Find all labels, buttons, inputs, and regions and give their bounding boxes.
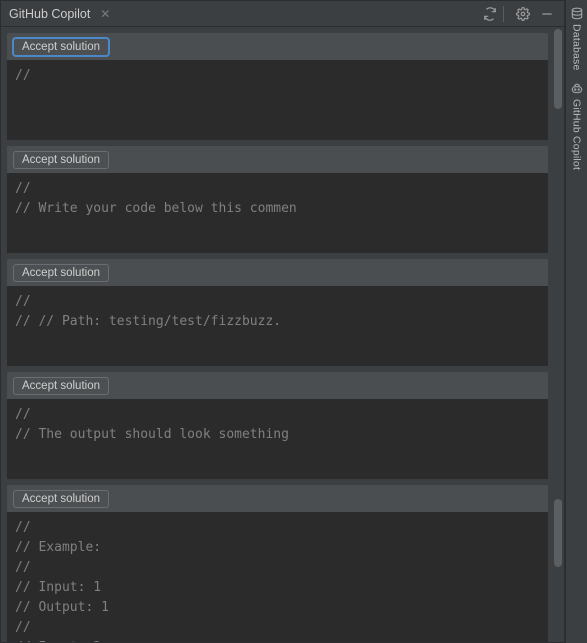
code-block[interactable]: // // The output should look something	[7, 399, 548, 479]
database-icon	[569, 6, 585, 22]
accept-solution-button[interactable]: Accept solution	[13, 264, 109, 282]
solution-header: Accept solution	[7, 485, 548, 512]
panel-title: GitHub Copilot	[9, 7, 90, 21]
close-tab-icon[interactable]: ✕	[100, 7, 110, 21]
solution-block: Accept solution // // The output should l…	[7, 372, 548, 479]
code-block[interactable]: // // // Path: testing/test/fizzbuzz.	[7, 286, 548, 366]
solution-header: Accept solution	[7, 33, 548, 60]
refresh-icon[interactable]	[481, 5, 499, 23]
solution-header: Accept solution	[7, 372, 548, 399]
main-panel: GitHub Copilot ✕	[0, 0, 565, 643]
toolwindow-label: GitHub Copilot	[571, 99, 583, 170]
accept-solution-button[interactable]: Accept solution	[13, 490, 109, 508]
solution-header: Accept solution	[7, 146, 548, 173]
minimize-icon[interactable]	[538, 5, 556, 23]
content-wrap: Accept solution // Accept solution // // Wr…	[1, 27, 564, 642]
copilot-icon	[569, 81, 585, 97]
solution-block: Accept solution // // Example: // // Inpu…	[7, 485, 548, 642]
solutions-list: Accept solution // Accept solution // // Wr…	[1, 27, 552, 642]
gear-icon[interactable]	[514, 5, 532, 23]
solution-header: Accept solution	[7, 259, 548, 286]
separator	[503, 6, 504, 22]
titlebar: GitHub Copilot ✕	[1, 1, 564, 27]
toolwindow-label: Database	[571, 24, 583, 71]
solution-block: Accept solution // // Write your code bel…	[7, 146, 548, 253]
code-block[interactable]: // // Write your code below this commen	[7, 173, 548, 253]
accept-solution-button[interactable]: Accept solution	[13, 377, 109, 395]
solution-block: Accept solution //	[7, 33, 548, 140]
accept-solution-button[interactable]: Accept solution	[13, 38, 109, 56]
solution-block: Accept solution // // // Path: testing/te…	[7, 259, 548, 366]
accept-solution-button[interactable]: Accept solution	[13, 151, 109, 169]
app-root: GitHub Copilot ✕	[0, 0, 587, 643]
code-block[interactable]: // // Example: // // Input: 1 // Output:…	[7, 512, 548, 642]
scrollbar-thumb-inner[interactable]	[554, 499, 562, 567]
code-block[interactable]: //	[7, 60, 548, 140]
scrollbar-thumb[interactable]	[554, 29, 562, 109]
right-toolbar: Database GitHub Copilot	[565, 0, 587, 643]
toolwindow-database[interactable]: Database	[569, 4, 585, 73]
scrollbar-track[interactable]	[552, 27, 564, 642]
toolwindow-copilot[interactable]: GitHub Copilot	[569, 79, 585, 172]
